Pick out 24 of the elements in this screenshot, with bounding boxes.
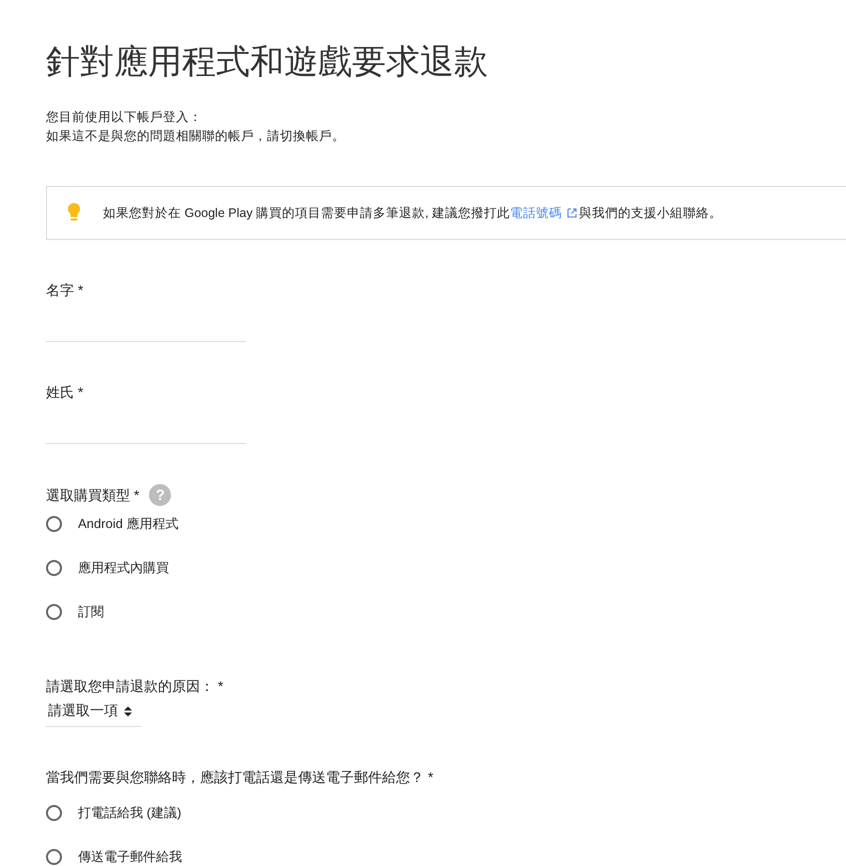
radio-button[interactable] <box>46 849 62 865</box>
phone-link[interactable]: 電話號碼 <box>510 206 579 220</box>
reason-dropdown[interactable]: 請選取一項 <box>46 698 141 727</box>
radio-button[interactable] <box>46 560 62 576</box>
option-label: 應用程式內購買 <box>78 559 169 577</box>
account-text: 如果這不是與您的問題相關聯的帳戶，請切換帳戶。 <box>46 128 346 145</box>
question-label: 請選取您申請退款的原因： * <box>46 677 224 696</box>
account-text: 您目前使用以下帳戶登入： <box>46 109 203 126</box>
radio-button[interactable] <box>46 516 62 532</box>
radio-button[interactable] <box>46 604 62 620</box>
option-label: 訂閱 <box>78 603 104 621</box>
question-label: 選取購買類型 * <box>46 486 140 505</box>
notice-text: 如果您對於在 Google Play 購買的項目需要申請多筆退款, 建議您撥打此電話號碼 與我們的支援小組聯絡。 <box>103 204 722 222</box>
help-icon[interactable]: ? <box>149 484 172 506</box>
external-link-icon <box>567 208 577 218</box>
page-title: 針對應用程式和遊戲要求退款 <box>46 43 489 83</box>
option-label: Android 應用程式 <box>78 515 178 533</box>
radio-button[interactable] <box>46 805 62 821</box>
sort-caret-icon <box>124 706 132 716</box>
option-label: 打電話給我 (建議) <box>78 804 182 822</box>
option-label: 傳送電子郵件給我 <box>78 848 182 866</box>
field-label: 姓氏 * <box>46 383 84 402</box>
question-label: 當我們需要與您聯絡時，應該打電話還是傳送電子郵件給您？ * <box>46 768 434 787</box>
field-label: 名字 * <box>46 281 84 300</box>
